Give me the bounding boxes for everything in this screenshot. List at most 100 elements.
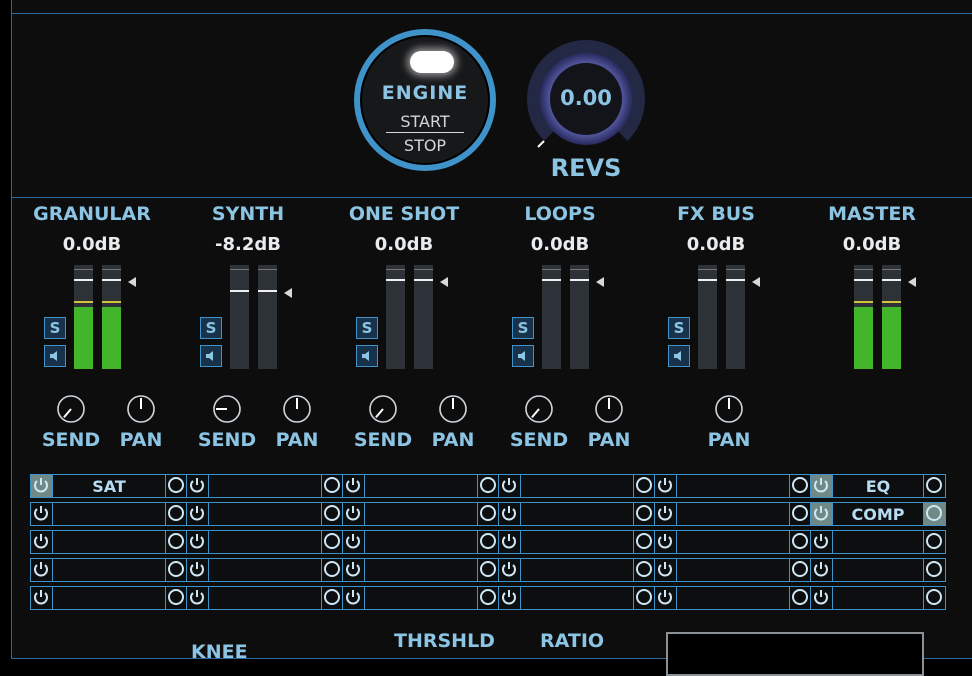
fx-power-button[interactable] <box>811 587 833 609</box>
fx-edit-button[interactable] <box>633 531 655 553</box>
fx-edit-button[interactable] <box>923 475 945 497</box>
fx-edit-button[interactable] <box>923 503 945 525</box>
fx-slot[interactable] <box>186 558 344 582</box>
fx-edit-button[interactable] <box>165 559 187 581</box>
fx-slot[interactable] <box>810 530 946 554</box>
fx-edit-button[interactable] <box>165 475 187 497</box>
fx-slot[interactable] <box>342 558 500 582</box>
engine-start-stop-button[interactable]: ENGINE START STOP <box>354 29 496 171</box>
fx-slot[interactable] <box>186 530 344 554</box>
fx-slot[interactable] <box>498 474 656 498</box>
fx-slot[interactable] <box>342 502 500 526</box>
fader-handle[interactable] <box>596 276 604 287</box>
fx-edit-button[interactable] <box>165 503 187 525</box>
fader-handle[interactable] <box>440 276 448 287</box>
fx-edit-button[interactable] <box>477 531 499 553</box>
solo-button[interactable]: S <box>200 317 222 339</box>
fx-slot[interactable] <box>498 586 656 610</box>
fx-edit-button[interactable] <box>923 559 945 581</box>
mute-button[interactable] <box>200 345 222 367</box>
pan-knob[interactable] <box>282 394 312 424</box>
fx-power-button[interactable] <box>499 531 521 553</box>
fx-slot[interactable] <box>498 558 656 582</box>
fx-power-button[interactable] <box>499 503 521 525</box>
fx-edit-button[interactable] <box>165 587 187 609</box>
level-meter-left[interactable] <box>230 265 249 369</box>
fx-edit-button[interactable] <box>923 587 945 609</box>
fx-slot[interactable] <box>654 474 812 498</box>
fx-power-button[interactable] <box>31 587 53 609</box>
fx-edit-button[interactable] <box>633 559 655 581</box>
fx-power-button[interactable] <box>31 531 53 553</box>
level-meter-left[interactable] <box>74 265 93 369</box>
fx-slot[interactable] <box>498 530 656 554</box>
fx-edit-button[interactable] <box>321 559 343 581</box>
level-meter-right[interactable] <box>570 265 589 369</box>
level-meter-right[interactable] <box>414 265 433 369</box>
fx-slot[interactable] <box>30 530 188 554</box>
fx-power-button[interactable] <box>811 503 833 525</box>
fx-edit-button[interactable] <box>321 475 343 497</box>
fx-edit-button[interactable] <box>789 559 811 581</box>
mute-button[interactable] <box>512 345 534 367</box>
fx-power-button[interactable] <box>31 559 53 581</box>
pan-knob[interactable] <box>438 394 468 424</box>
fx-edit-button[interactable] <box>633 587 655 609</box>
fx-slot[interactable] <box>30 586 188 610</box>
fx-slot[interactable]: SAT <box>30 474 188 498</box>
fader-handle[interactable] <box>908 276 916 287</box>
fader-handle[interactable] <box>752 276 760 287</box>
fx-edit-button[interactable] <box>789 531 811 553</box>
level-meter-left[interactable] <box>542 265 561 369</box>
fx-edit-button[interactable] <box>789 503 811 525</box>
fx-slot[interactable] <box>342 474 500 498</box>
fx-slot[interactable] <box>186 502 344 526</box>
fx-power-button[interactable] <box>655 531 677 553</box>
fx-power-button[interactable] <box>811 475 833 497</box>
fx-edit-button[interactable] <box>165 531 187 553</box>
fx-slot[interactable] <box>498 502 656 526</box>
mute-button[interactable] <box>44 345 66 367</box>
fx-edit-button[interactable] <box>789 475 811 497</box>
fx-power-button[interactable] <box>655 475 677 497</box>
solo-button[interactable]: S <box>356 317 378 339</box>
level-meter-left[interactable] <box>698 265 717 369</box>
fx-edit-button[interactable] <box>789 587 811 609</box>
fx-power-button[interactable] <box>811 531 833 553</box>
fx-edit-button[interactable] <box>477 559 499 581</box>
fx-edit-button[interactable] <box>633 475 655 497</box>
fx-slot[interactable] <box>810 558 946 582</box>
fx-slot[interactable] <box>654 530 812 554</box>
fx-power-button[interactable] <box>31 503 53 525</box>
pan-knob[interactable] <box>126 394 156 424</box>
fx-power-button[interactable] <box>499 475 521 497</box>
fx-slot[interactable] <box>810 586 946 610</box>
level-meter-right[interactable] <box>258 265 277 369</box>
solo-button[interactable]: S <box>668 317 690 339</box>
fx-power-button[interactable] <box>499 559 521 581</box>
fx-power-button[interactable] <box>343 531 365 553</box>
fx-power-button[interactable] <box>655 559 677 581</box>
fx-power-button[interactable] <box>343 559 365 581</box>
fx-edit-button[interactable] <box>321 587 343 609</box>
fx-power-button[interactable] <box>187 559 209 581</box>
level-meter-right[interactable] <box>102 265 121 369</box>
fx-edit-button[interactable] <box>477 503 499 525</box>
fx-power-button[interactable] <box>655 587 677 609</box>
mute-button[interactable] <box>668 345 690 367</box>
pan-knob[interactable] <box>714 394 744 424</box>
fx-power-button[interactable] <box>187 503 209 525</box>
fx-slot[interactable]: EQ <box>810 474 946 498</box>
fx-slot[interactable] <box>654 558 812 582</box>
fx-power-button[interactable] <box>811 559 833 581</box>
fx-edit-button[interactable] <box>321 531 343 553</box>
fx-power-button[interactable] <box>343 587 365 609</box>
fx-slot[interactable] <box>342 530 500 554</box>
fx-slot[interactable]: COMP <box>810 502 946 526</box>
fx-slot[interactable] <box>654 502 812 526</box>
fx-power-button[interactable] <box>31 475 53 497</box>
solo-button[interactable]: S <box>44 317 66 339</box>
fx-power-button[interactable] <box>187 475 209 497</box>
fx-slot[interactable] <box>654 586 812 610</box>
fx-slot[interactable] <box>30 502 188 526</box>
